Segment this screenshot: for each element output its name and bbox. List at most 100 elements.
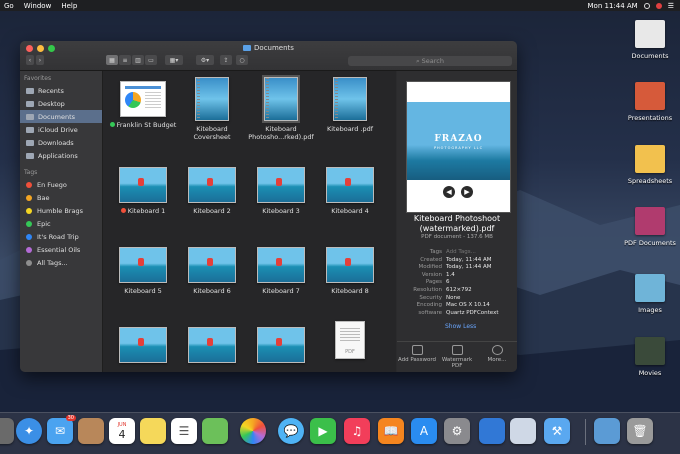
previous-page-icon[interactable]: ◀ xyxy=(443,186,455,198)
sidebar-tag-essential-oils[interactable]: Essential Oils xyxy=(20,243,102,256)
action-gear-icon[interactable]: ⚙▾ xyxy=(196,55,214,65)
icon-view-button[interactable]: ▦ xyxy=(106,55,118,65)
dock-notes-icon[interactable] xyxy=(140,418,166,444)
pdf-thumbnail: PDF xyxy=(335,321,365,359)
applications-icon xyxy=(26,153,34,159)
desktop-stack-documents[interactable]: Documents xyxy=(620,20,680,60)
download-icon xyxy=(26,140,34,146)
image-thumbnail xyxy=(257,327,305,363)
file-item[interactable]: Kiteboard 1 xyxy=(108,167,178,215)
images-stack-icon xyxy=(635,274,665,302)
window-titlebar[interactable]: Documents ‹ › ▦ ≡ ▥ ▭ ▦▾ ⚙▾ ⇪ ○ ⌕Search xyxy=(20,41,517,71)
gallery-view-button[interactable]: ▭ xyxy=(145,55,157,65)
dock-preview-icon[interactable] xyxy=(510,418,536,444)
dock-downloads-folder-icon[interactable] xyxy=(594,418,620,444)
file-item[interactable]: Kiteboard 4 xyxy=(315,167,385,215)
group-by-button[interactable]: ▦▾ xyxy=(165,55,183,65)
sidebar-tag-en-fuego[interactable]: En Fuego xyxy=(20,178,102,191)
watermark-pdf-button[interactable]: Watermark PDF xyxy=(437,342,477,372)
sidebar-tags-header: Tags xyxy=(20,162,102,178)
list-view-button[interactable]: ≡ xyxy=(119,55,131,65)
dock-music-icon[interactable]: ♫ xyxy=(344,418,370,444)
dock-maps-icon[interactable] xyxy=(202,418,228,444)
share-icon[interactable]: ⇪ xyxy=(220,55,232,65)
menu-go[interactable]: Go xyxy=(4,2,14,10)
sidebar-item-label: Humble Brags xyxy=(37,207,83,215)
user-icon[interactable] xyxy=(656,3,662,9)
desktop-stack-presentations[interactable]: Presentations xyxy=(620,82,680,122)
dock-reminders-icon[interactable]: ☰ xyxy=(171,418,197,444)
column-view-button[interactable]: ▥ xyxy=(132,55,144,65)
file-item[interactable]: Kiteboard 7 xyxy=(246,247,316,295)
desktop-stack-images[interactable]: Images xyxy=(620,274,680,314)
sidebar-item-downloads[interactable]: Downloads xyxy=(20,136,102,149)
file-name: Kiteboard 5 xyxy=(108,287,178,295)
dock-xcode-icon[interactable]: ⚒ xyxy=(544,418,570,444)
file-item[interactable]: Kiteboard 3 xyxy=(246,167,316,215)
sidebar-item-documents[interactable]: Documents xyxy=(20,110,102,123)
image-thumbnail xyxy=(326,247,374,283)
dock-keynote-icon[interactable] xyxy=(479,418,505,444)
search-field[interactable]: ⌕Search xyxy=(348,56,512,66)
control-menu-icon[interactable]: ☰ xyxy=(668,2,674,10)
dock-finder-icon[interactable] xyxy=(0,418,14,444)
file-item[interactable] xyxy=(177,327,247,363)
spotlight-icon[interactable] xyxy=(644,3,650,9)
dock-photos-icon[interactable] xyxy=(240,418,266,444)
back-button[interactable]: ‹ xyxy=(26,55,34,65)
desktop-stack-label: Spreadsheets xyxy=(620,177,680,185)
dock-app-store-icon[interactable]: A xyxy=(411,418,437,444)
show-less-link[interactable]: Show Less xyxy=(445,323,476,330)
sidebar-item-icloud-drive[interactable]: iCloud Drive xyxy=(20,123,102,136)
sidebar-all-tags[interactable]: All Tags... xyxy=(20,256,102,269)
pdf-booklet-thumbnail xyxy=(195,77,229,121)
dock-messages-icon[interactable]: 💬 xyxy=(278,418,304,444)
sidebar-item-desktop[interactable]: Desktop xyxy=(20,97,102,110)
forward-button[interactable]: › xyxy=(36,55,44,65)
desktop-stack-label: PDF Documents xyxy=(620,239,680,247)
add-tags-field[interactable]: Add Tags... xyxy=(446,249,476,257)
file-item[interactable]: Kiteboard Coversheet xyxy=(177,77,247,141)
file-item[interactable] xyxy=(108,327,178,363)
dock-safari-icon[interactable]: ✦ xyxy=(16,418,42,444)
sidebar-tag-road-trip[interactable]: It's Road Trip xyxy=(20,230,102,243)
file-item[interactable]: Kiteboard .pdf xyxy=(315,77,385,133)
dock-notefile-icon[interactable] xyxy=(78,418,104,444)
file-item[interactable]: Kiteboard 5 xyxy=(108,247,178,295)
file-name: Kiteboard Coversheet xyxy=(177,125,247,141)
sidebar-tag-humble-brags[interactable]: Humble Brags xyxy=(20,204,102,217)
file-item[interactable]: PDF xyxy=(315,321,385,359)
desktop-stack-movies[interactable]: Movies xyxy=(620,337,680,377)
file-item[interactable] xyxy=(246,327,316,363)
file-item[interactable]: Kiteboard 8 xyxy=(315,247,385,295)
file-item[interactable]: Kiteboard 2 xyxy=(177,167,247,215)
desktop-stack-spreadsheets[interactable]: Spreadsheets xyxy=(620,145,680,185)
tag-color-icon xyxy=(26,195,32,201)
file-item[interactable]: Franklin St Budget xyxy=(108,81,178,129)
more-button[interactable]: More... xyxy=(477,342,517,372)
desktop-stack-label: Documents xyxy=(620,52,680,60)
file-item-selected[interactable]: Kiteboard Photosho...rked).pdf xyxy=(246,77,316,141)
sidebar-item-applications[interactable]: Applications xyxy=(20,149,102,162)
add-password-button[interactable]: Add Password xyxy=(397,342,437,372)
file-item[interactable]: Kiteboard 6 xyxy=(177,247,247,295)
sidebar-tag-bae[interactable]: Bae xyxy=(20,191,102,204)
tag-button[interactable]: ○ xyxy=(236,55,248,65)
dock-books-icon[interactable]: 📖 xyxy=(378,418,404,444)
next-page-icon[interactable]: ▶ xyxy=(461,186,473,198)
sidebar-item-recents[interactable]: Recents xyxy=(20,84,102,97)
meta-row-resolution: Resolution612×792 xyxy=(401,287,515,295)
sidebar-item-label: Applications xyxy=(38,152,78,160)
menu-clock[interactable]: Mon 11:44 AM xyxy=(588,2,638,10)
file-name: Kiteboard 3 xyxy=(246,207,316,215)
dock-mail-icon[interactable]: ✉30 xyxy=(47,418,73,444)
menu-help[interactable]: Help xyxy=(61,2,77,10)
dock-facetime-icon[interactable]: ▶ xyxy=(310,418,336,444)
desktop-stack-pdf-documents[interactable]: PDF Documents xyxy=(620,207,680,247)
dock-system-preferences-icon[interactable]: ⚙ xyxy=(444,418,470,444)
dock-calendar-icon[interactable]: JUN4 xyxy=(109,418,135,444)
sidebar-tag-epic[interactable]: Epic xyxy=(20,217,102,230)
dock-trash-icon[interactable]: 🗑 xyxy=(627,418,653,444)
menu-window[interactable]: Window xyxy=(24,2,52,10)
sidebar-item-label: Recents xyxy=(38,87,64,95)
